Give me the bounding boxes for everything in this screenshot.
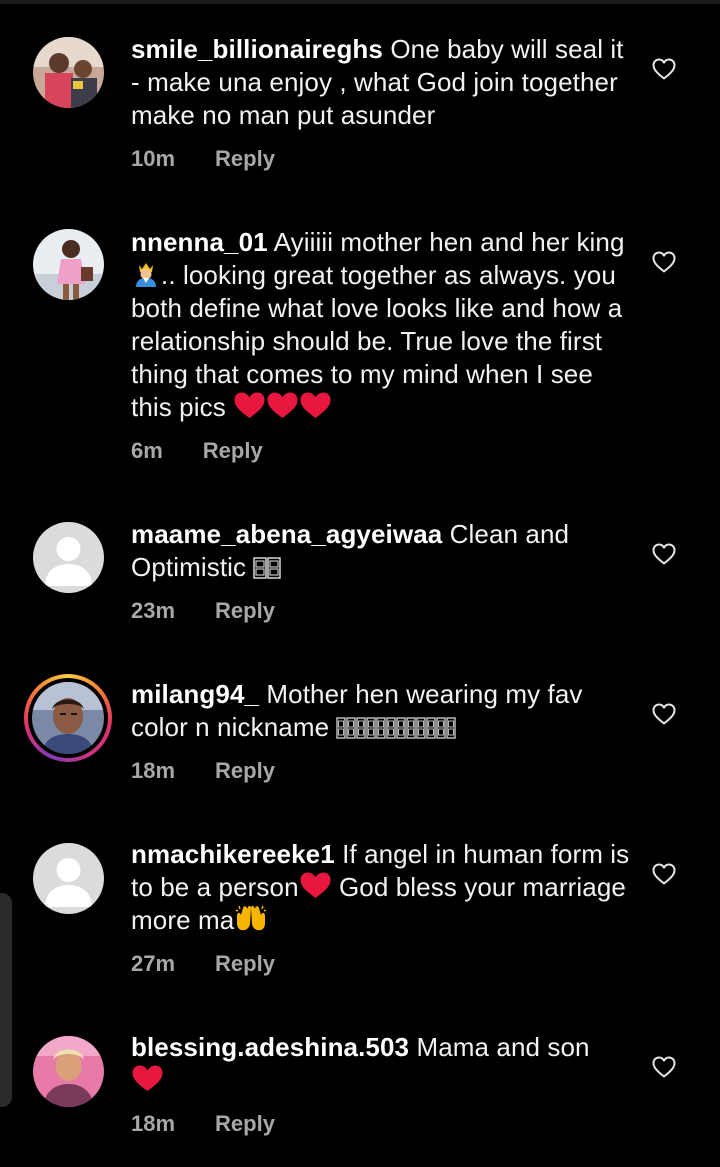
comment-text: Mama and son [416, 1032, 590, 1062]
comment-body: nnenna_01 Ayiiiii mother hen and her kin… [131, 226, 631, 424]
red-heart-emoji [234, 392, 265, 418]
missing-glyph-icon [356, 717, 367, 739]
reply-button[interactable]: Reply [215, 1109, 275, 1139]
missing-glyph-icon [386, 717, 397, 739]
missing-glyph-icon [416, 717, 427, 739]
comment-body: maame_abena_agyeiwaa Clean and Optimisti… [131, 518, 631, 584]
comment-username[interactable]: blessing.adeshina.503 [131, 1032, 409, 1062]
red-heart-emoji [132, 1065, 163, 1091]
red-heart-emoji [300, 392, 331, 418]
heart-outline-icon[interactable] [652, 863, 676, 885]
default-avatar-icon[interactable] [33, 843, 104, 914]
comment-meta: 27m Reply [131, 949, 275, 979]
missing-glyph-icon [436, 717, 447, 739]
missing-glyph-icon [346, 717, 357, 739]
avatar[interactable] [33, 1036, 104, 1107]
comment-body: nmachikereeke1 If angel in human form is… [131, 838, 631, 937]
comment-time: 27m [131, 951, 176, 976]
comment-meta: 10m Reply [131, 144, 275, 174]
missing-glyph-icon [446, 717, 457, 739]
heart-outline-icon[interactable] [652, 1056, 676, 1078]
reply-button[interactable]: Reply [203, 436, 263, 466]
comment-meta: 6m Reply [131, 436, 263, 466]
avatar[interactable] [33, 229, 104, 300]
heart-outline-icon[interactable] [652, 58, 676, 80]
comment-username[interactable]: milang94_ [131, 679, 259, 709]
heart-outline-icon[interactable] [652, 251, 676, 273]
red-heart-emoji [267, 392, 298, 418]
avatar[interactable] [32, 682, 104, 754]
top-divider [0, 0, 720, 4]
red-heart-emoji [300, 872, 331, 898]
reply-button[interactable]: Reply [215, 144, 275, 174]
comment-time: 18m [131, 1111, 176, 1136]
missing-glyph-icon [267, 557, 282, 579]
raising-hands-emoji [235, 905, 267, 931]
missing-glyph-icon [376, 717, 387, 739]
comment-meta: 23m Reply [131, 596, 275, 626]
comment-text-part-2: .. looking great together as always. you… [131, 260, 623, 422]
default-avatar-icon[interactable] [33, 522, 104, 593]
comment-body: blessing.adeshina.503 Mama and son [131, 1031, 631, 1097]
heart-outline-icon[interactable] [652, 703, 676, 725]
edge-scroll-handle[interactable] [0, 893, 12, 1107]
reply-button[interactable]: Reply [215, 596, 275, 626]
comment-username[interactable]: nnenna_01 [131, 227, 268, 257]
prince-emoji [136, 263, 156, 287]
missing-glyph-icon [336, 717, 347, 739]
missing-glyph-icon [426, 717, 437, 739]
story-ring[interactable] [24, 674, 112, 762]
missing-glyph-icon [406, 717, 417, 739]
avatar[interactable] [33, 37, 104, 108]
missing-glyph-row [336, 712, 457, 742]
comment-time: 18m [131, 758, 176, 783]
reply-button[interactable]: Reply [215, 756, 275, 786]
comment-body: milang94_ Mother hen wearing my fav colo… [131, 678, 631, 744]
comment-time: 6m [131, 438, 163, 463]
comment-time: 23m [131, 598, 176, 623]
comment-time: 10m [131, 146, 176, 171]
comment-username[interactable]: smile_billionaireghs [131, 34, 383, 64]
heart-outline-icon[interactable] [652, 543, 676, 565]
comment-body: smile_billionaireghs One baby will seal … [131, 33, 631, 132]
missing-glyph-icon [396, 717, 407, 739]
reply-button[interactable]: Reply [215, 949, 275, 979]
comment-meta: 18m Reply [131, 1109, 275, 1139]
missing-glyph-icon [253, 557, 268, 579]
missing-glyph-icon [366, 717, 377, 739]
comment-username[interactable]: nmachikereeke1 [131, 839, 335, 869]
comment-meta: 18m Reply [131, 756, 275, 786]
comment-text-part-1: Ayiiiii mother hen and her king [273, 227, 625, 257]
comment-username[interactable]: maame_abena_agyeiwaa [131, 519, 442, 549]
